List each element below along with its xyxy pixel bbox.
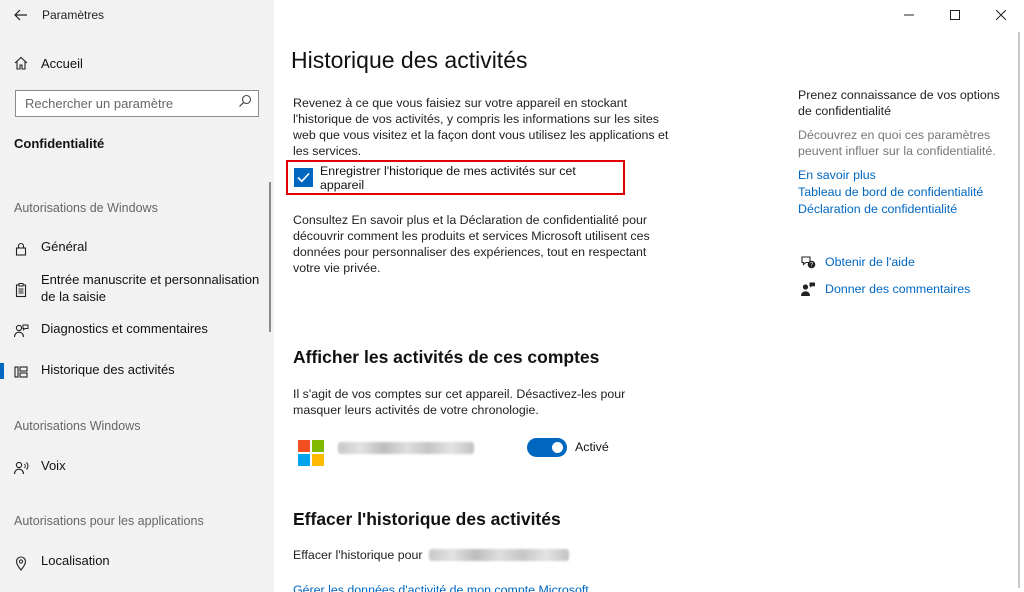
home-icon [11,53,31,73]
voice-icon [11,458,31,478]
privacy-options-subtitle: Découvrez en quoi ces paramètres peuvent… [798,128,996,158]
microsoft-logo-icon [298,440,324,466]
main-scrollbar[interactable] [1018,32,1020,588]
close-button[interactable] [978,0,1024,30]
accounts-description: Il s'agit de vos comptes sur cet apparei… [293,387,626,417]
maximize-button[interactable] [932,0,978,30]
clear-account-redacted [428,549,569,561]
feedback-icon [798,280,818,298]
page-title: Historique des activités [291,47,528,73]
group-heading-windows-authorizations: Autorisations Windows [14,419,141,433]
give-feedback-link[interactable]: Donner des commentaires [798,280,970,298]
section-title: Confidentialité [14,136,105,151]
window-controls [886,0,1024,30]
person-feedback-icon [11,321,31,341]
store-history-checkbox[interactable]: Enregistrer l'historique de mes activité… [286,160,625,195]
location-icon [11,553,31,573]
group-heading-app-permissions: Autorisations pour les applications [14,514,204,528]
search-input[interactable]: Rechercher un paramètre [15,90,259,117]
privacy-statement-link[interactable]: Déclaration de confidentialité [798,201,1008,218]
clipboard-icon [11,280,31,300]
learn-more-link[interactable]: En savoir plus [798,167,1008,184]
manage-activity-link[interactable]: Gérer les données d'activité de mon comp… [293,583,589,592]
clear-history-row: Effacer l'historique pour [293,548,569,562]
close-icon [996,10,1006,20]
sidebar-item-location[interactable]: Localisation [0,552,274,573]
back-arrow-icon [14,9,27,21]
toggle-label: Activé [575,440,609,454]
group-heading-windows-permissions: Autorisations de Windows [14,201,158,215]
checkmark-icon[interactable] [294,168,313,187]
home-label: Accueil [41,55,83,71]
lock-icon [11,239,31,259]
toggle-knob [552,442,563,453]
title-bar: Paramètres [0,0,274,30]
accounts-heading: Afficher les activités de ces comptes [293,347,600,367]
sidebar-item-label: Général [41,239,88,254]
intro-text: Revenez à ce que vous faisiez sur votre … [293,96,669,158]
related-info: Prenez connaissance de vos options de co… [798,87,1008,218]
sidebar-item-diagnostics[interactable]: Diagnostics et commentaires [0,320,274,341]
clear-label: Effacer l'historique pour [293,548,423,562]
search-placeholder: Rechercher un paramètre [25,96,174,111]
account-row: Activé [298,438,658,470]
clear-heading: Effacer l'historique des activités [293,509,561,529]
sidebar-item-label: Historique des activités [41,362,175,377]
sidebar: Paramètres Accueil Rechercher un paramèt… [0,0,274,592]
sidebar-item-inking[interactable]: Entrée manuscrite et personnalisation de… [0,271,274,305]
consult-text: Consultez En savoir plus et la Déclarati… [293,213,650,275]
sidebar-item-label: Localisation [41,553,110,568]
get-help-link[interactable]: ? Obtenir de l'aide [798,253,915,271]
sidebar-item-label: Entrée manuscrite et personnalisation de… [41,272,260,304]
sidebar-item-voice[interactable]: Voix [0,457,274,478]
minimize-icon [904,14,914,16]
maximize-icon [950,10,960,20]
sidebar-scrollbar[interactable] [269,182,271,332]
privacy-options-title: Prenez connaissance de vos options de co… [798,88,1000,118]
timeline-icon [11,362,31,382]
checkbox-label: Enregistrer l'historique de mes activité… [319,163,576,192]
home-button[interactable]: Accueil [0,50,274,76]
back-button[interactable] [0,0,42,30]
sidebar-item-general[interactable]: Général [0,238,274,259]
privacy-dashboard-link[interactable]: Tableau de bord de confidentialité [798,184,1008,201]
help-chat-icon: ? [798,253,818,271]
main-panel: Historique des activités Revenez à ce qu… [274,0,1024,592]
minimize-button[interactable] [886,0,932,30]
app-title: Paramètres [42,8,105,22]
give-feedback-label: Donner des commentaires [825,282,971,296]
sidebar-item-label: Diagnostics et commentaires [41,321,208,336]
get-help-label: Obtenir de l'aide [825,255,915,269]
account-toggle[interactable] [527,438,567,457]
search-icon[interactable] [238,94,252,113]
sidebar-item-label: Voix [41,458,66,473]
account-email-redacted [338,442,474,454]
sidebar-item-activity-history[interactable]: Historique des activités [0,361,274,382]
